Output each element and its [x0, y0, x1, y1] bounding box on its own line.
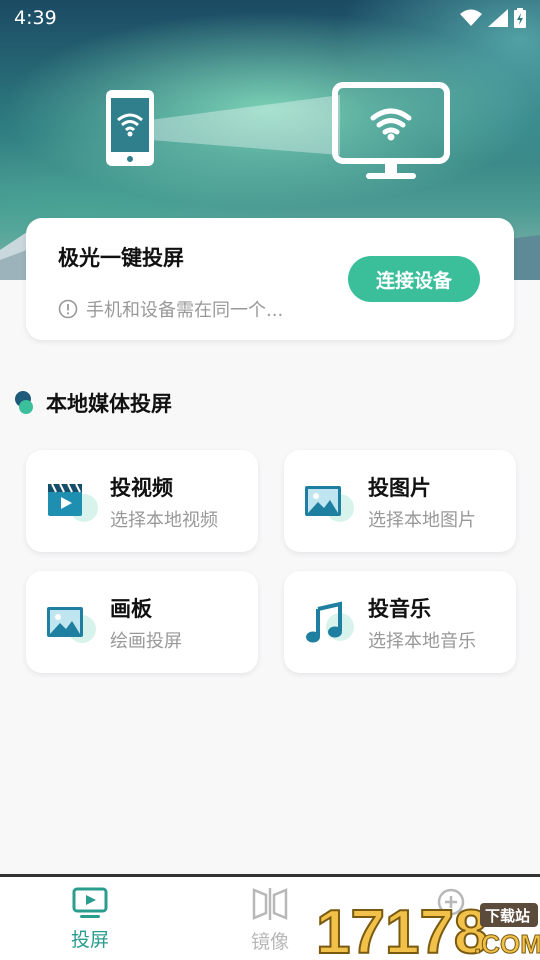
- watermark-number: 17178: [316, 898, 488, 960]
- mirror-icon: [252, 888, 288, 920]
- tile-cast-image[interactable]: 投图片 选择本地图片: [284, 450, 516, 552]
- signal-icon: [488, 9, 508, 27]
- tile-title: 投视频: [110, 476, 173, 500]
- tile-cast-video[interactable]: 投视频 选择本地视频: [26, 450, 258, 552]
- nav-item-mirror[interactable]: 镜像: [215, 887, 325, 959]
- watermark-suffix: .COM: [474, 929, 540, 959]
- section-bullet-icon: [15, 391, 33, 414]
- connect-device-button[interactable]: 连接设备: [348, 256, 480, 302]
- tile-title: 画板: [110, 597, 152, 621]
- tile-title: 投图片: [368, 476, 431, 500]
- connect-card-hint: 手机和设备需在同一个...: [58, 296, 283, 322]
- tile-cast-music[interactable]: 投音乐 选择本地音乐: [284, 571, 516, 673]
- tile-subtitle: 选择本地图片: [368, 510, 476, 531]
- tile-drawing-board[interactable]: 画板 绘画投屏: [26, 571, 258, 673]
- status-icons: [460, 8, 526, 28]
- projection-beam-graphic: [150, 95, 340, 155]
- image-icon: [305, 486, 354, 522]
- local-media-section-header: 本地媒体投屏: [14, 388, 172, 418]
- nav-item-cast[interactable]: 投屏: [35, 887, 145, 959]
- connect-card: 极光一键投屏 手机和设备需在同一个... 连接设备: [26, 218, 514, 340]
- status-bar: 4:39: [0, 0, 540, 36]
- nav-label-mirror: 镜像: [250, 931, 289, 953]
- status-time: 4:39: [14, 7, 57, 29]
- wifi-status-icon: [460, 9, 482, 26]
- connect-card-title: 极光一键投屏: [58, 246, 184, 270]
- monitor-wifi-icon: [332, 82, 450, 179]
- watermark-badge: 下载站: [485, 907, 530, 925]
- section-title: 本地媒体投屏: [46, 392, 172, 416]
- nav-label-cast: 投屏: [70, 929, 109, 951]
- tile-subtitle: 绘画投屏: [110, 631, 182, 652]
- connect-hint-text: 手机和设备需在同一个...: [86, 300, 284, 321]
- drawing-board-icon: [47, 607, 96, 643]
- music-icon: [306, 601, 354, 643]
- info-icon: [58, 299, 78, 319]
- phone-wifi-icon: [106, 90, 154, 166]
- tile-subtitle: 选择本地音乐: [368, 631, 476, 652]
- video-icon: [48, 483, 98, 522]
- site-watermark-logo: 17178 下载站 .COM: [315, 897, 540, 960]
- tile-subtitle: 选择本地视频: [110, 510, 218, 531]
- tile-title: 投音乐: [368, 597, 431, 621]
- tv-icon: [72, 887, 108, 918]
- battery-icon: [514, 8, 526, 28]
